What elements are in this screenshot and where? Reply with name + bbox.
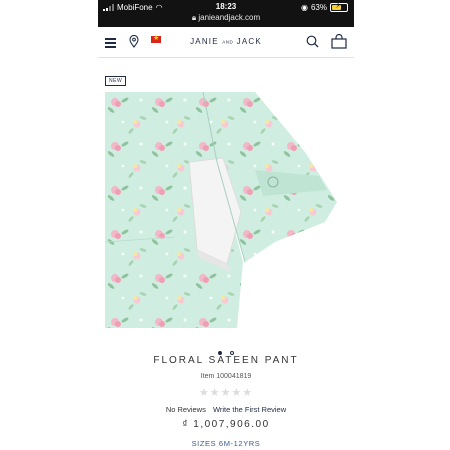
- battery-group: ◉ 63% ⚡︎: [301, 1, 348, 12]
- shopping-bag-icon[interactable]: [331, 34, 347, 49]
- address-bar[interactable]: 🔒︎ janieandjack.com: [98, 13, 354, 23]
- reviews-row: No Reviews Write the First Review: [98, 405, 354, 414]
- rating-stars: ★★★★★: [198, 387, 254, 399]
- new-badge: NEW: [105, 76, 127, 86]
- search-icon[interactable]: [306, 35, 319, 48]
- url-text: janieandjack.com: [198, 13, 261, 22]
- battery-percent: 63%: [310, 3, 327, 12]
- phone-screen: MobiFone ◠ 18:23 🔒︎ janieandjack.com ◉ 6…: [98, 0, 354, 450]
- product-price: ₫ 1,007,906.00: [182, 419, 270, 430]
- product-image[interactable]: [105, 92, 337, 328]
- write-review-link[interactable]: Write the First Review: [213, 405, 286, 414]
- status-bar: MobiFone ◠ 18:23 🔒︎ janieandjack.com ◉ 6…: [98, 0, 354, 27]
- no-reviews-text: No Reviews: [165, 405, 206, 414]
- battery-icon: ⚡︎: [330, 1, 348, 12]
- orientation-lock-icon: ◉: [301, 3, 308, 12]
- site-header: ★ JANIE AND JACK: [98, 27, 354, 58]
- product-title: FLORAL SATEEN PANT: [153, 355, 299, 366]
- item-number: Item 100041819: [200, 373, 252, 380]
- size-range-link[interactable]: SIZES 6M-12YRS: [98, 439, 354, 448]
- lock-icon: 🔒︎: [191, 13, 197, 22]
